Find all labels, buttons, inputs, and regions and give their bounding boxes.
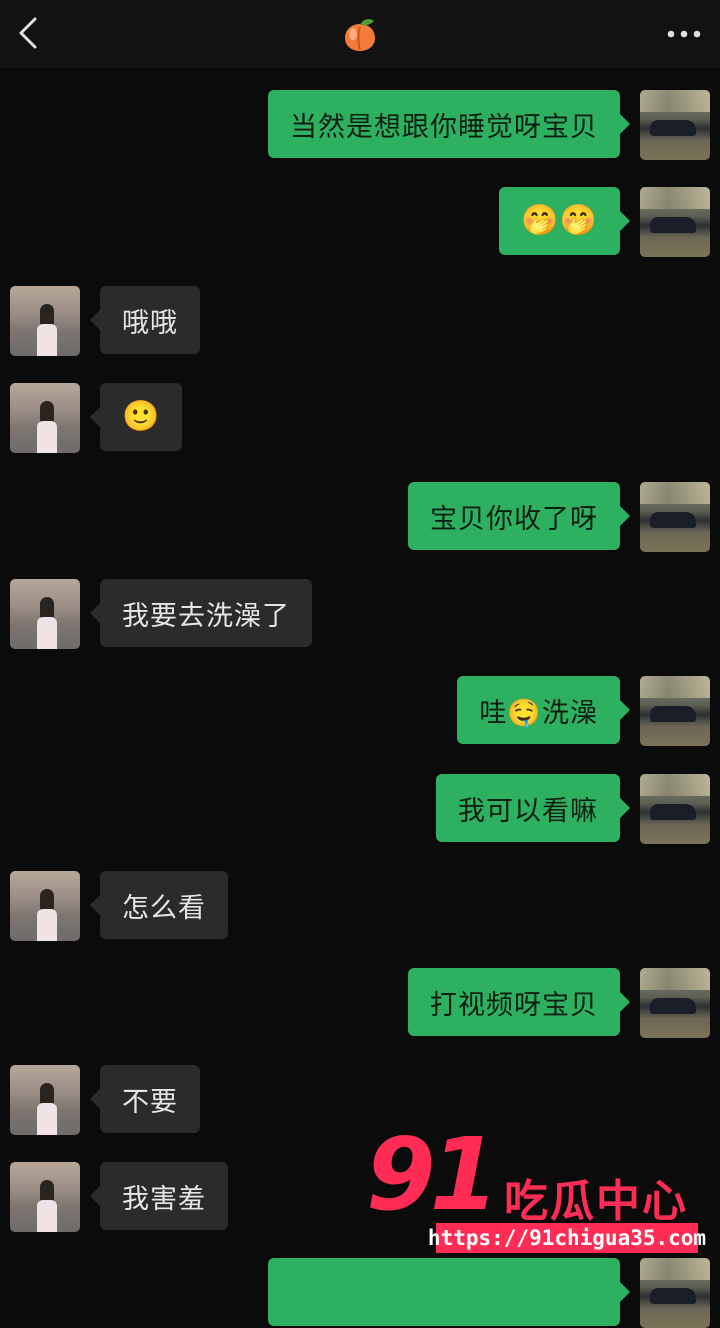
contact-avatar[interactable] xyxy=(10,383,80,453)
message-bubble[interactable]: 哇🤤洗澡 xyxy=(457,676,630,744)
peach-emoji-icon xyxy=(338,12,382,56)
message-text: 怎么看 xyxy=(122,892,206,924)
my-avatar[interactable] xyxy=(640,482,710,552)
message-text: 我害羞 xyxy=(122,1183,206,1215)
top-bar xyxy=(0,0,720,68)
smile-emoji-icon: 🙂 xyxy=(122,399,161,434)
emoji-message-bubble[interactable]: 🙂 xyxy=(89,383,183,451)
chevron-left-icon xyxy=(19,17,37,49)
more-horizontal-icon xyxy=(667,30,701,38)
site-watermark: 91 吃瓜中心 https://91chigua35.com xyxy=(366,1125,706,1265)
message-text: 我要去洗澡了 xyxy=(122,600,290,632)
watermark-number: 91 xyxy=(366,1116,499,1233)
contact-avatar[interactable] xyxy=(10,1065,80,1135)
my-avatar[interactable] xyxy=(640,1258,710,1328)
more-options-button[interactable] xyxy=(660,14,708,54)
emoji-message-bubble[interactable]: 🤭🤭 xyxy=(499,187,630,255)
message-text: 宝贝你收了呀 xyxy=(430,503,598,535)
my-avatar[interactable] xyxy=(640,968,710,1038)
my-avatar[interactable] xyxy=(640,774,710,844)
message-bubble[interactable]: 我要去洗澡了 xyxy=(90,579,312,647)
message-bubble[interactable]: 打视频呀宝贝 xyxy=(408,968,630,1036)
contact-avatar[interactable] xyxy=(10,1162,80,1232)
message-bubble[interactable]: 宝贝你收了呀 xyxy=(408,482,630,550)
message-bubble[interactable]: 怎么看 xyxy=(90,871,228,939)
back-button[interactable] xyxy=(8,10,48,56)
contact-avatar[interactable] xyxy=(10,286,80,356)
message-bubble[interactable]: 不要 xyxy=(90,1065,200,1133)
message-bubble[interactable]: 我可以看嘛 xyxy=(436,774,630,842)
message-text: 当然是想跟你睡觉呀宝贝 xyxy=(290,111,598,143)
my-avatar[interactable] xyxy=(640,676,710,746)
message-bubble[interactable]: 我害羞 xyxy=(90,1162,228,1230)
message-bubble-partial[interactable] xyxy=(268,1258,630,1326)
my-avatar[interactable] xyxy=(640,187,710,257)
contact-avatar[interactable] xyxy=(10,579,80,649)
message-text: 哦哦 xyxy=(122,307,178,339)
hand-over-mouth-emoji-icon: 🤭🤭 xyxy=(521,203,598,238)
my-avatar[interactable] xyxy=(640,90,710,160)
message-bubble[interactable]: 当然是想跟你睡觉呀宝贝 xyxy=(268,90,630,158)
message-bubble[interactable]: 哦哦 xyxy=(90,286,200,354)
message-text: 哇🤤洗澡 xyxy=(479,697,598,729)
watermark-name: 吃瓜中心 xyxy=(504,1176,688,1227)
contact-avatar[interactable] xyxy=(10,871,80,941)
message-text: 不要 xyxy=(122,1086,178,1118)
message-text: 我可以看嘛 xyxy=(458,795,598,827)
message-text: 打视频呀宝贝 xyxy=(430,989,598,1021)
watermark-url: https://91chigua35.com xyxy=(428,1223,706,1253)
